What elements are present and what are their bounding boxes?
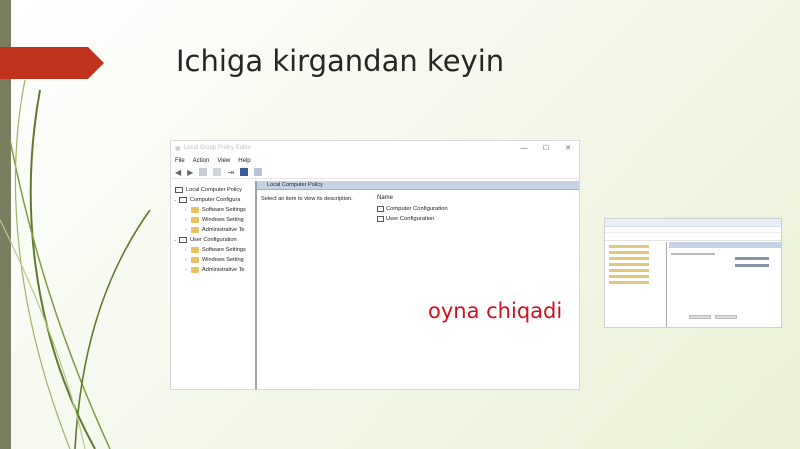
tree-item-user-configuration[interactable]: ⌄ User Configuration [171, 235, 255, 245]
tree-item-user-windows-settings[interactable]: › Windows Setting [171, 255, 255, 265]
slide-title: Ichiga kirgandan keyin [176, 44, 505, 78]
user-icon [179, 237, 187, 243]
menu-file[interactable]: File [175, 158, 185, 164]
computer-icon [179, 197, 187, 203]
column-header-name[interactable]: Name [377, 195, 393, 201]
properties-icon[interactable] [254, 168, 263, 176]
folder-icon [191, 207, 199, 213]
console-tree: Local Computer Policy ⌄ Computer Configu… [171, 181, 257, 389]
list-icon[interactable] [213, 168, 222, 176]
folder-icon [191, 267, 199, 273]
tree-item-local-computer-policy[interactable]: Local Computer Policy [171, 185, 255, 195]
tree-item-computer-configuration[interactable]: ⌄ Computer Configura [171, 195, 255, 205]
list-item-user-configuration[interactable]: User Configuration [377, 216, 434, 222]
folder-icon [191, 257, 199, 263]
tree-item-user-administrative-templates[interactable]: › Administrative Te [171, 265, 255, 275]
description-text: Select an item to view its description. [261, 196, 353, 202]
menu-view[interactable]: View [217, 158, 230, 164]
slide-caption: oyna chiqadi [428, 299, 563, 323]
tree-item-user-software-settings[interactable]: › Software Settings [171, 245, 255, 255]
tree-item-windows-settings[interactable]: › Windows Setting [171, 215, 255, 225]
window-titlebar: ▣ Local Group Policy Editor — ☐ ✕ [171, 141, 579, 155]
menu-help[interactable]: Help [238, 158, 250, 164]
window-app-icon: ▣ [175, 145, 181, 152]
user-icon [377, 216, 384, 222]
folder-icon [191, 247, 199, 253]
export-icon[interactable]: ⇥ [227, 168, 234, 177]
list-item-computer-configuration[interactable]: Computer Configuration [377, 206, 448, 212]
tree-item-software-settings[interactable]: › Software Settings [171, 205, 255, 215]
menu-bar: File Action View Help [171, 155, 579, 166]
computer-icon [377, 206, 384, 212]
menu-action[interactable]: Action [193, 158, 210, 164]
decorative-grass [0, 80, 151, 449]
back-icon[interactable]: ◀ [175, 168, 181, 177]
toolbar: ◀ ▶ ⇥ [171, 166, 579, 179]
window-thumbnail [604, 218, 782, 328]
slide-title-arrow [0, 47, 104, 79]
group-policy-editor-window: ▣ Local Group Policy Editor — ☐ ✕ File A… [170, 140, 580, 390]
computer-policy-icon [175, 187, 183, 193]
forward-icon[interactable]: ▶ [187, 168, 193, 177]
tree-item-administrative-templates[interactable]: › Administrative Te [171, 225, 255, 235]
details-header: Local Computer Policy [257, 181, 579, 190]
console-tree-icon[interactable] [199, 168, 208, 176]
close-button[interactable]: ✕ [557, 144, 579, 152]
minimize-button[interactable]: — [513, 145, 535, 152]
folder-icon [191, 217, 199, 223]
details-pane: Local Computer Policy Select an item to … [257, 181, 579, 389]
window-title: Local Group Policy Editor [183, 145, 252, 151]
folder-icon [191, 227, 199, 233]
help-icon[interactable] [240, 168, 249, 176]
maximize-button[interactable]: ☐ [535, 144, 557, 152]
